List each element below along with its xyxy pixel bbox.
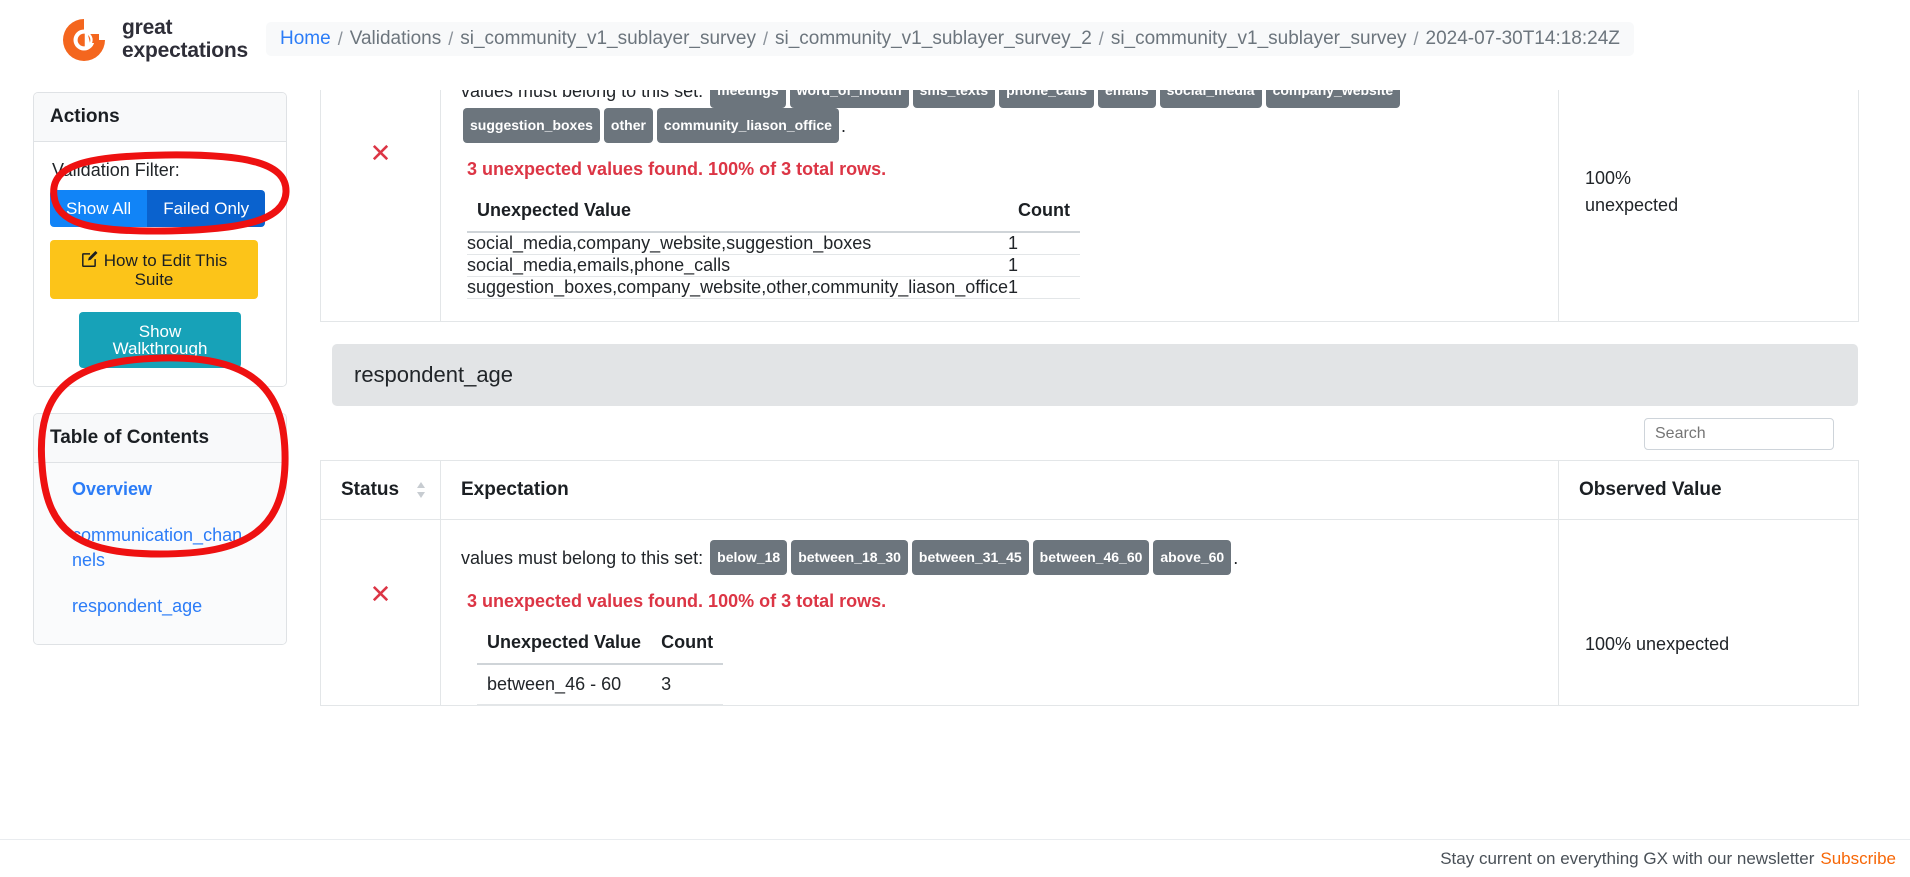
table-header-row: Unexpected Value Count xyxy=(477,626,724,666)
brand-logo[interactable]: great expectations xyxy=(60,16,248,64)
value-badge: between_18_30 xyxy=(791,540,908,575)
table-row: ✕ values must belong to this set: below_… xyxy=(320,518,1859,707)
respondent-age-result-table: Status Expectation Observed Value ✕ valu… xyxy=(320,460,1859,707)
breadcrumb-separator: / xyxy=(1413,28,1419,49)
value-badge: above_60 xyxy=(1153,540,1232,575)
column-header-count: Count xyxy=(1008,194,1080,234)
observed-value-text: 100% unexpected xyxy=(1585,634,1730,654)
validation-filter-label: Validation Filter: xyxy=(52,160,180,180)
unexpected-value-cell: social_media,company_website,suggestion_… xyxy=(467,232,1008,256)
unexpected-values-message: 3 unexpected values found. 100% of 3 tot… xyxy=(467,159,887,180)
brand-line-2: expectations xyxy=(122,39,248,62)
expectation-suffix: . xyxy=(840,116,846,137)
status-cell: ✕ xyxy=(320,518,441,707)
expectation-suffix: . xyxy=(1233,548,1239,568)
great-expectations-logo-icon xyxy=(63,19,105,61)
value-badge: between_31_45 xyxy=(911,540,1029,575)
footer: Stay current on everything GX with our n… xyxy=(0,839,1910,877)
table-header-row: Unexpected Value Count xyxy=(467,194,1080,234)
breadcrumb: Home / Validations / si_community_v1_sub… xyxy=(266,22,1634,56)
table-row: between_46 - 60 3 xyxy=(477,664,724,706)
table-of-contents-title: Table of Contents xyxy=(34,414,286,463)
x-mark-icon: ✕ xyxy=(369,139,392,169)
show-walkthrough-button[interactable]: Show Walkthrough xyxy=(79,312,241,368)
section-header-respondent-age: respondent_age xyxy=(332,344,1858,406)
pencil-square-icon xyxy=(81,251,98,271)
breadcrumb-separator: / xyxy=(762,28,768,49)
toc-link-respondent-age[interactable]: respondent_age xyxy=(72,594,250,618)
show-all-button[interactable]: Show All xyxy=(50,190,148,227)
subscribe-link[interactable]: Subscribe xyxy=(1820,849,1896,869)
table-header-row: Status Expectation Observed Value xyxy=(320,460,1859,520)
footer-text: Stay current on everything GX with our n… xyxy=(1440,848,1815,868)
how-to-edit-suite-button[interactable]: How to Edit This Suite xyxy=(50,240,258,299)
breadcrumb-item-suite-2[interactable]: si_community_v1_sublayer_survey_2 xyxy=(775,28,1092,50)
breadcrumb-home-link[interactable]: Home xyxy=(280,28,331,50)
breadcrumb-separator: / xyxy=(337,28,343,49)
communication-channels-result-table: ✕ values must belong to this set: meetin… xyxy=(320,55,1859,323)
column-header-unexpected-value: Unexpected Value xyxy=(477,626,652,666)
validation-filter-group: Show All Failed Only xyxy=(50,190,270,227)
actions-panel-body: Validation Filter: Show All Failed Only … xyxy=(34,142,286,386)
value-badge: other xyxy=(603,108,653,143)
count-cell: 3 xyxy=(651,664,724,706)
observed-value-cell: 100% unexpected xyxy=(1558,518,1859,707)
breadcrumb-item-suite[interactable]: si_community_v1_sublayer_survey xyxy=(460,28,756,50)
table-row: social_media,company_website,suggestion_… xyxy=(467,232,1080,256)
expectation-cell: values must belong to this set: below_18… xyxy=(440,518,1559,707)
brand-wordmark: great expectations xyxy=(122,17,248,62)
value-badge: below_18 xyxy=(710,540,788,575)
toc-link-communication-channels[interactable]: communication_channels xyxy=(72,523,250,572)
column-header-status[interactable]: Status xyxy=(320,460,441,520)
brand-line-1: great xyxy=(122,16,173,40)
column-header-expectation[interactable]: Expectation xyxy=(440,460,1559,520)
sort-arrows-icon[interactable] xyxy=(416,481,426,499)
table-of-contents-panel: Table of Contents Overview communication… xyxy=(33,413,287,646)
x-mark-icon: ✕ xyxy=(369,580,392,610)
expectation-text: values must belong to this set: below_18… xyxy=(461,540,1538,575)
observed-value-text: 100% unexpected xyxy=(1585,168,1679,215)
breadcrumb-item-validations[interactable]: Validations xyxy=(350,28,442,50)
how-to-edit-suite-label: How to Edit This Suite xyxy=(103,251,228,289)
breadcrumb-separator: / xyxy=(448,28,454,49)
expectation-prefix: values must belong to this set: xyxy=(461,548,704,568)
actions-panel-title: Actions xyxy=(34,93,286,142)
unexpected-value-cell: social_media,emails,phone_calls xyxy=(467,254,1008,278)
actions-panel: Actions Validation Filter: Show All Fail… xyxy=(33,92,287,387)
count-cell: 1 xyxy=(1008,232,1080,256)
search-input[interactable] xyxy=(1644,418,1834,450)
unexpected-values-table: Unexpected Value Count between_46 - 60 3 xyxy=(477,626,724,706)
table-row: ✕ values must belong to this set: meetin… xyxy=(320,55,1859,323)
column-header-status-label: Status xyxy=(341,479,400,500)
value-badge: community_liason_office xyxy=(656,108,839,143)
expectation-cell: values must belong to this set: meetings… xyxy=(440,55,1559,323)
table-row: suggestion_boxes,company_website,other,c… xyxy=(467,276,1080,300)
value-badge: between_46_60 xyxy=(1032,540,1150,575)
table-of-contents-body: Overview communication_channels responde… xyxy=(34,463,286,645)
column-header-count: Count xyxy=(651,626,724,666)
breadcrumb-item-datasource[interactable]: si_community_v1_sublayer_survey xyxy=(1111,28,1407,50)
breadcrumb-separator: / xyxy=(1098,28,1104,49)
breadcrumb-item-timestamp: 2024-07-30T14:18:24Z xyxy=(1425,28,1620,49)
observed-value-cell: 100% unexpected xyxy=(1558,55,1859,323)
top-bar: great expectations Home / Validations / … xyxy=(0,0,1910,90)
column-header-unexpected-value: Unexpected Value xyxy=(467,194,1008,234)
sidebar: Actions Validation Filter: Show All Fail… xyxy=(0,66,320,646)
failed-only-button[interactable]: Failed Only xyxy=(147,190,266,227)
toc-link-overview[interactable]: Overview xyxy=(72,477,250,501)
unexpected-values-message: 3 unexpected values found. 100% of 3 tot… xyxy=(467,591,887,612)
count-cell: 1 xyxy=(1008,254,1080,278)
unexpected-values-table: Unexpected Value Count social_media,comp… xyxy=(467,194,1080,300)
page-root: bserved Value great expectations Home / … xyxy=(0,0,1910,877)
unexpected-value-cell: suggestion_boxes,company_website,other,c… xyxy=(467,276,1008,300)
count-cell: 1 xyxy=(1008,276,1080,300)
value-badge: suggestion_boxes xyxy=(463,108,600,143)
status-cell: ✕ xyxy=(320,55,441,323)
table-row: social_media,emails,phone_calls 1 xyxy=(467,254,1080,278)
column-header-observed-value[interactable]: Observed Value xyxy=(1558,460,1859,520)
unexpected-value-cell: between_46 - 60 xyxy=(477,664,652,706)
